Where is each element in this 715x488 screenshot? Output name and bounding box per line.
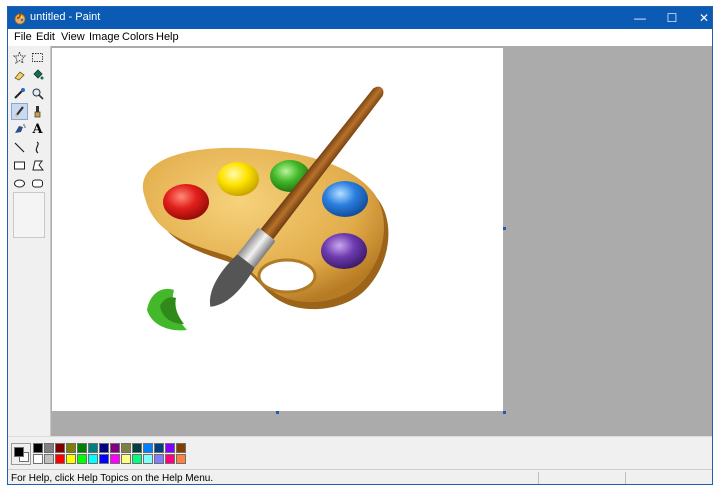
palette-color-swatch[interactable] (121, 443, 131, 453)
palette-color-swatch[interactable] (44, 454, 54, 464)
palette-color-swatch[interactable] (55, 443, 65, 453)
paint-window: untitled - Paint — ☐ ✕ File Edit View Im… (7, 6, 713, 485)
palette-color-swatch[interactable] (88, 454, 98, 464)
curve-tool[interactable] (29, 139, 46, 156)
palette-color-swatch[interactable] (110, 454, 120, 464)
tool-box: A (8, 46, 51, 436)
tool-options-box[interactable] (13, 192, 45, 238)
palette-color-swatch[interactable] (176, 443, 186, 453)
current-colors[interactable] (11, 443, 31, 465)
menu-colors[interactable]: Colors (122, 31, 154, 43)
minimize-button[interactable]: — (624, 7, 656, 29)
pick-color-tool[interactable] (11, 85, 28, 102)
text-tool[interactable]: A (29, 121, 46, 138)
palette-color-swatch[interactable] (176, 454, 186, 464)
palette-color-swatch[interactable] (44, 443, 54, 453)
rounded-rectangle-tool[interactable] (29, 175, 46, 192)
status-separator (625, 472, 626, 484)
polygon-tool[interactable] (29, 157, 46, 174)
rectangle-icon (14, 161, 25, 170)
brush-icon (34, 106, 41, 118)
palette-color-swatch[interactable] (165, 443, 175, 453)
menu-image[interactable]: Image (89, 31, 120, 43)
select-tool[interactable] (29, 49, 46, 66)
palette-color-swatch[interactable] (77, 454, 87, 464)
palette-color-swatch[interactable] (143, 454, 153, 464)
palette-color-swatch[interactable] (77, 443, 87, 453)
star-select-icon (13, 51, 26, 64)
pencil-icon (15, 106, 24, 117)
palette-color-swatch[interactable] (55, 454, 65, 464)
palette-color-swatch[interactable] (33, 443, 43, 453)
palette-color-swatch[interactable] (99, 454, 109, 464)
close-button[interactable]: ✕ (688, 7, 712, 29)
rounded-rectangle-icon (32, 179, 43, 188)
polygon-icon (32, 160, 44, 171)
ellipse-tool[interactable] (11, 175, 28, 192)
foreground-color-swatch[interactable] (14, 447, 24, 457)
free-form-select-tool[interactable] (11, 49, 28, 66)
palette-color-swatch[interactable] (143, 443, 153, 453)
eraser-tool[interactable] (11, 67, 28, 84)
palette-color-swatch[interactable] (154, 443, 164, 453)
title-bar[interactable]: untitled - Paint — ☐ ✕ (8, 7, 712, 29)
palette-color-swatch[interactable] (66, 443, 76, 453)
ellipse-icon (14, 179, 25, 188)
line-icon (14, 142, 25, 153)
eraser-icon (14, 71, 25, 81)
magnifier-tool[interactable] (29, 85, 46, 102)
paint-app-icon (14, 11, 26, 25)
eyedropper-icon (14, 88, 25, 99)
palette-color-swatch[interactable] (121, 454, 131, 464)
drawing-canvas[interactable] (52, 48, 503, 411)
color-box (8, 436, 712, 469)
maximize-button[interactable]: ☐ (656, 7, 688, 29)
brush-tool[interactable] (29, 103, 46, 120)
airbrush-icon (15, 124, 26, 133)
magnifier-icon (32, 88, 44, 100)
paint-palette-illustration (142, 86, 389, 331)
palette-color-swatch[interactable] (110, 443, 120, 453)
palette-color-swatch[interactable] (88, 443, 98, 453)
palette-color-swatch[interactable] (132, 454, 142, 464)
menu-file[interactable]: File (14, 31, 32, 43)
menu-edit[interactable]: Edit (36, 31, 55, 43)
paint-bucket-icon (33, 69, 44, 80)
palette-color-swatch[interactable] (132, 443, 142, 453)
palette-color-swatch[interactable] (165, 454, 175, 464)
status-help-text: For Help, click Help Topics on the Help … (11, 473, 214, 484)
pencil-tool[interactable] (11, 103, 28, 120)
canvas-resize-handle-corner[interactable] (503, 411, 506, 414)
rectangle-tool[interactable] (11, 157, 28, 174)
airbrush-tool[interactable] (11, 121, 28, 138)
status-separator (538, 472, 539, 484)
status-bar: For Help, click Help Topics on the Help … (8, 469, 712, 484)
canvas-resize-handle-right[interactable] (503, 227, 506, 230)
palette-color-swatch[interactable] (154, 454, 164, 464)
window-title: untitled - Paint (30, 11, 101, 23)
fill-tool[interactable] (29, 67, 46, 84)
palette-color-swatch[interactable] (99, 443, 109, 453)
palette-color-swatch[interactable] (66, 454, 76, 464)
palette-color-swatch[interactable] (33, 454, 43, 464)
menu-view[interactable]: View (61, 31, 85, 43)
menu-bar: File Edit View Image Colors Help (8, 29, 712, 46)
line-tool[interactable] (11, 139, 28, 156)
rect-select-icon (32, 53, 43, 62)
menu-help[interactable]: Help (156, 31, 179, 43)
canvas-resize-handle-bottom[interactable] (276, 411, 279, 414)
workspace (51, 46, 712, 436)
curve-icon (35, 141, 39, 154)
